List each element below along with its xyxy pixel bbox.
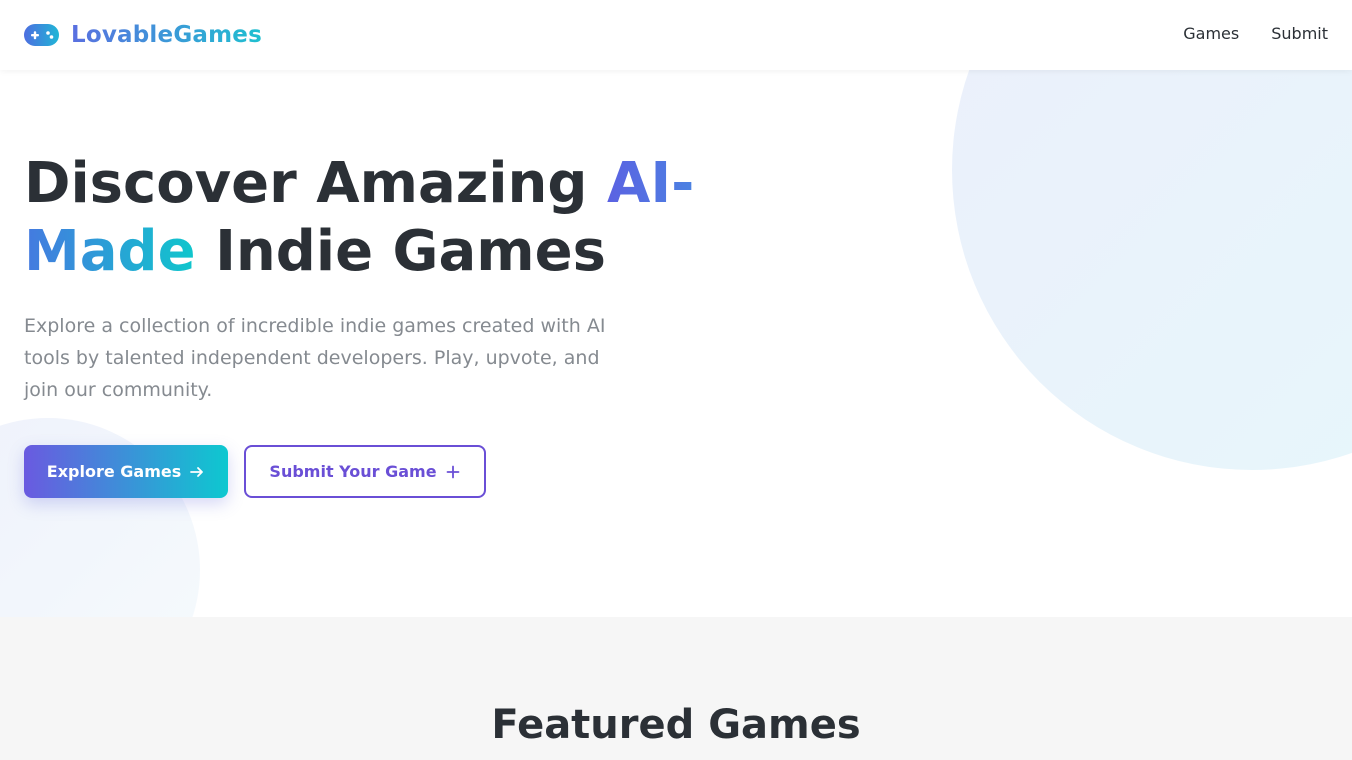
hero-description: Explore a collection of incredible indie… — [24, 315, 606, 401]
main-nav: Games Submit — [1183, 24, 1328, 43]
hero-headline: Discover Amazing AI- Made Indie Games — [24, 150, 744, 286]
submit-game-label: Submit Your Game — [269, 462, 437, 481]
page: LovableGames Games Submit Discover Amazi… — [0, 0, 1352, 760]
logo-text: LovableGames — [71, 22, 262, 48]
nav-link-games[interactable]: Games — [1183, 24, 1239, 43]
featured-games-section: Featured Games — [0, 617, 1352, 760]
featured-games-title: Featured Games — [491, 702, 861, 748]
headline-accent-made: Made — [24, 219, 196, 284]
site-header: LovableGames Games Submit — [0, 0, 1352, 70]
headline-accent-ai: AI- — [607, 151, 695, 216]
arrow-right-icon — [190, 466, 204, 477]
logo-link[interactable]: LovableGames — [24, 20, 262, 50]
headline-text-end: Indie Games — [195, 219, 606, 284]
explore-games-label: Explore Games — [46, 462, 182, 481]
plus-icon — [446, 465, 459, 478]
hero-section: Discover Amazing AI- Made Indie Games Exp… — [0, 70, 1352, 617]
headline-text-start: Discover Amazing — [24, 151, 607, 216]
gamepad-icon — [24, 24, 59, 46]
nav-link-submit[interactable]: Submit — [1271, 24, 1328, 43]
submit-game-button[interactable]: Submit Your Game — [244, 445, 486, 498]
explore-games-button[interactable]: Explore Games — [24, 445, 228, 498]
